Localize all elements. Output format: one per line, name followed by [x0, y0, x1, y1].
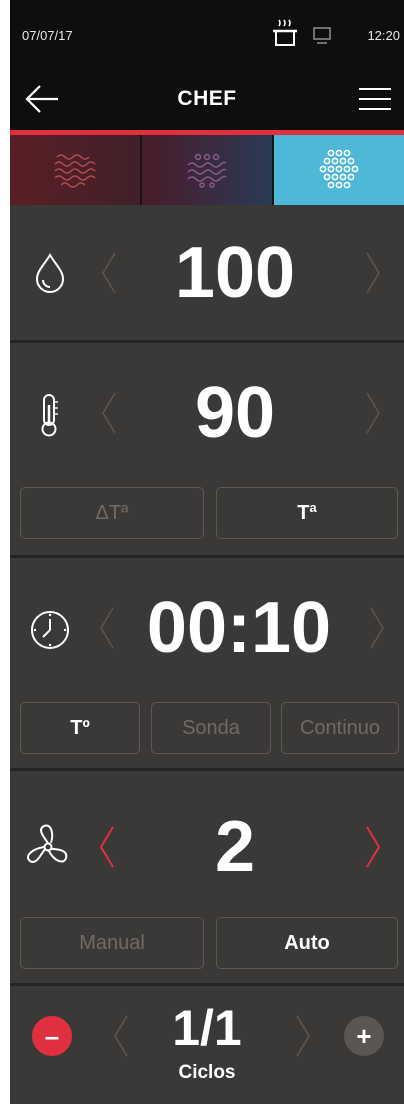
status-date: 07/07/17: [22, 28, 73, 43]
fan-manual-button[interactable]: Manual: [20, 917, 204, 969]
fan-icon: [26, 824, 68, 863]
temperature-mode-button[interactable]: Tª: [216, 487, 398, 539]
mode-mixed[interactable]: [142, 135, 274, 205]
status-time: 12:20: [367, 28, 400, 43]
cycles-label: Ciclos: [178, 1062, 236, 1083]
app-bar: CHEF: [10, 70, 404, 130]
cycles-section: – 1/1 + Ciclos: [10, 986, 404, 1104]
cooking-mode-selector: [10, 135, 404, 205]
convection-dots-icon: [319, 149, 359, 189]
status-bar: 07/07/17 12:20: [10, 0, 404, 70]
humidity-increase-chevron[interactable]: [362, 249, 384, 297]
thermometer-icon: [41, 394, 58, 437]
phone-screen: 07/07/17 12:20 CHEF 100 90 ΔTª Tª 00:10 …: [10, 0, 404, 1104]
mixed-mode-icon: [187, 153, 227, 188]
continuous-mode-button[interactable]: Continuo: [281, 702, 399, 754]
fan-auto-button[interactable]: Auto: [216, 917, 398, 969]
cycles-value: 1/1: [172, 1000, 242, 1056]
page-title: CHEF: [177, 87, 237, 110]
time-section: 00:10 Tº Sonda Continuo: [10, 558, 404, 768]
cycle-add-button[interactable]: +: [344, 1016, 384, 1056]
probe-mode-button[interactable]: Sonda: [151, 702, 271, 754]
time-increase-chevron[interactable]: [366, 604, 388, 652]
cycle-next-chevron[interactable]: [292, 1012, 314, 1060]
timer-mode-button[interactable]: Tº: [20, 702, 140, 754]
delta-temperature-button[interactable]: ΔTª: [20, 487, 204, 539]
mode-steam[interactable]: [10, 135, 142, 205]
mode-convection[interactable]: [274, 135, 404, 205]
temperature-value: 90: [194, 373, 276, 453]
fan-speed-value: 2: [214, 807, 256, 887]
fan-section: 2 Manual Auto: [10, 771, 404, 983]
cooking-pot-icon: [273, 19, 297, 46]
humidity-value: 100: [174, 233, 296, 313]
time-value: 00:10: [146, 588, 332, 668]
clock-icon: [31, 611, 69, 649]
temperature-increase-chevron[interactable]: [362, 389, 384, 437]
humidity-section: 100: [10, 205, 404, 340]
fan-increase-chevron[interactable]: [362, 823, 384, 871]
hamburger-menu-icon[interactable]: [358, 84, 392, 114]
display-icon: [313, 27, 331, 44]
cycle-remove-button[interactable]: –: [32, 1016, 72, 1056]
steam-waves-icon: [54, 154, 96, 188]
water-drop-icon: [35, 253, 65, 293]
temperature-section: 90 ΔTª Tª: [10, 343, 404, 555]
